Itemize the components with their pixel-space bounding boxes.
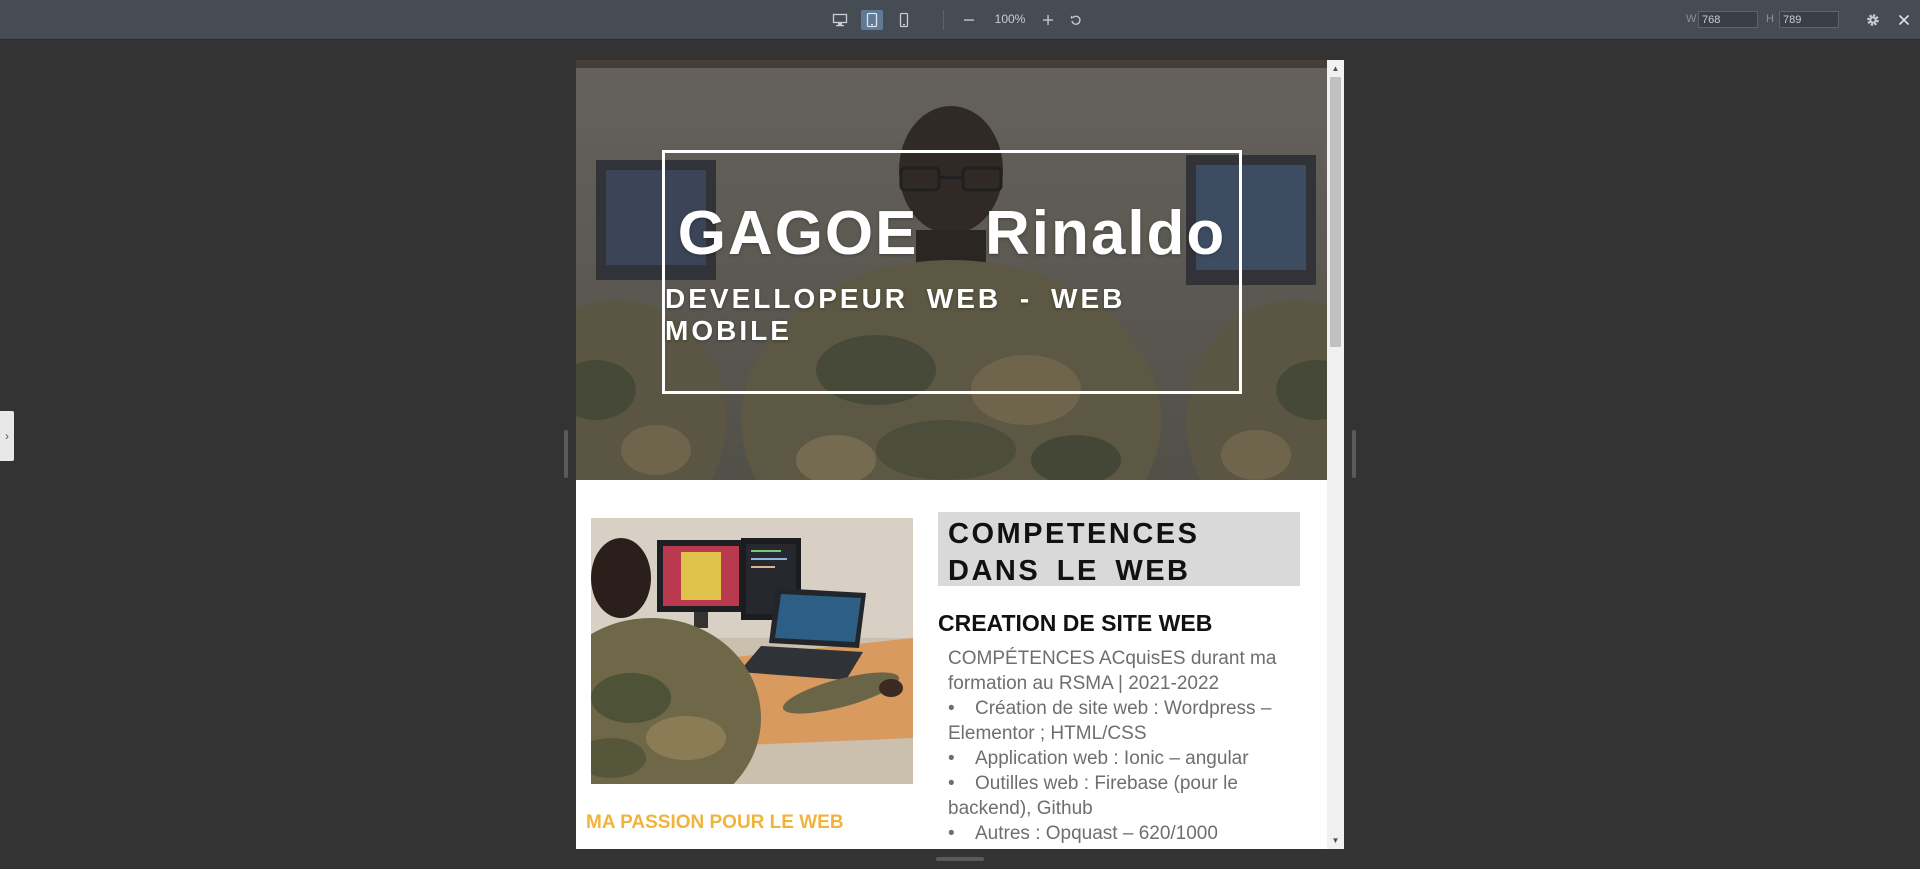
list-item-text: Application web : Ionic – angular (975, 748, 1249, 769)
scroll-down-arrow-icon[interactable]: ▼ (1327, 832, 1344, 849)
scroll-up-arrow-icon[interactable]: ▲ (1327, 60, 1344, 77)
hero-section: GAGOE Rinaldo DEVELLOPEUR WEB - WEB MOBI… (576, 60, 1327, 480)
list-item: • Application web : Ionic – angular (948, 746, 1298, 771)
zoom-in-button[interactable] (1037, 10, 1059, 30)
chevron-right-icon: › (5, 429, 9, 443)
list-item: • Outilles web : Firebase (pour le backen… (948, 771, 1298, 821)
passion-title: MA PASSION POUR LE WEB (586, 812, 844, 833)
hero-title: GAGOE Rinaldo (677, 198, 1227, 268)
hero-title-box: GAGOE Rinaldo DEVELLOPEUR WEB - WEB MOBI… (662, 150, 1242, 394)
competences-title: COMPETENCES DANS LE WEB (948, 518, 1200, 587)
workstation-photo (591, 518, 913, 784)
competences-list: COMPÉTENCES ACquisES durant ma formation… (948, 646, 1298, 846)
competences-header: COMPETENCES DANS LE WEB (938, 512, 1300, 587)
resize-handle-right[interactable] (1352, 430, 1356, 478)
device-preview-frame: GAGOE Rinaldo DEVELLOPEUR WEB - WEB MOBI… (576, 60, 1344, 849)
creation-site-title: CREATION DE SITE WEB (938, 610, 1213, 636)
desktop-icon (832, 13, 848, 27)
zoom-level: 100% (994, 12, 1026, 26)
desktop-view-button[interactable] (829, 10, 851, 30)
plus-icon (1043, 15, 1053, 25)
list-item-text: Outilles web : Firebase (pour le backend… (948, 773, 1238, 819)
height-label: H (1766, 13, 1774, 25)
bullet-icon: • (948, 748, 955, 769)
workstation-image (591, 518, 913, 784)
resize-handle-left[interactable] (564, 430, 568, 478)
scrollbar-thumb[interactable] (1330, 77, 1341, 347)
vertical-scrollbar[interactable]: ▲ ▼ (1327, 60, 1344, 849)
bullet-icon: • (948, 823, 955, 844)
mobile-icon (899, 12, 909, 28)
tablet-icon (866, 12, 878, 28)
list-item-text: Création de site web : Wordpress – Eleme… (948, 698, 1272, 744)
tablet-view-button[interactable] (861, 10, 883, 30)
rotate-ccw-icon (1070, 15, 1081, 25)
width-input[interactable] (1698, 11, 1758, 28)
toolbar-separator (943, 10, 944, 30)
width-label: W (1686, 13, 1697, 25)
mobile-view-button[interactable] (893, 10, 915, 30)
list-item: • Création de site web : Wordpress – Elem… (948, 696, 1298, 746)
bullet-icon: • (948, 773, 955, 794)
resize-handle-bottom[interactable] (936, 857, 984, 861)
settings-button[interactable] (1862, 10, 1884, 30)
bullet-icon: • (948, 698, 955, 719)
list-item: • Autres : Opquast – 620/1000 (948, 821, 1298, 846)
minus-icon (964, 19, 974, 21)
height-input[interactable] (1779, 11, 1839, 28)
gear-icon (1867, 14, 1879, 26)
close-button[interactable] (1893, 10, 1915, 30)
reset-zoom-button[interactable] (1065, 10, 1087, 30)
responsive-toolbar: 100% W H (0, 0, 1920, 40)
page-viewport: GAGOE Rinaldo DEVELLOPEUR WEB - WEB MOBI… (576, 60, 1327, 849)
competences-intro: COMPÉTENCES ACquisES durant ma formation… (948, 648, 1277, 694)
list-item-text: Autres : Opquast – 620/1000 (975, 823, 1218, 844)
sidebar-expand-handle[interactable]: › (0, 411, 14, 461)
close-icon (1898, 14, 1910, 26)
zoom-out-button[interactable] (958, 10, 980, 30)
hero-subtitle: DEVELLOPEUR WEB - WEB MOBILE (665, 282, 1126, 346)
